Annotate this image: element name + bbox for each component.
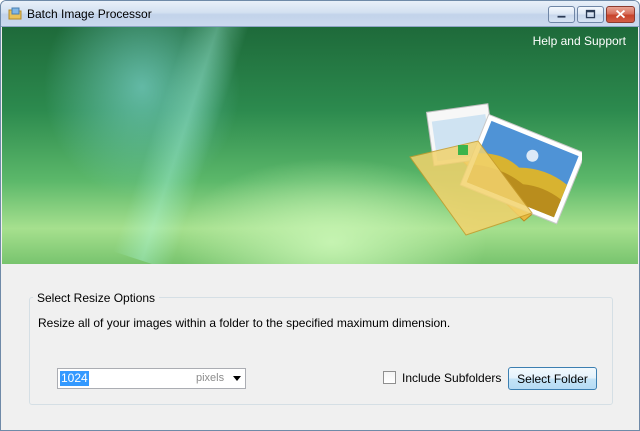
window-title: Batch Image Processor (27, 7, 152, 21)
app-icon (8, 7, 22, 20)
maximize-button[interactable] (577, 6, 604, 23)
folder-with-images-icon (409, 103, 582, 236)
title-bar[interactable]: Batch Image Processor (1, 1, 639, 27)
minimize-button[interactable] (548, 6, 575, 23)
chevron-down-icon[interactable] (233, 376, 241, 381)
size-combobox[interactable]: 1024 pixels (57, 368, 246, 389)
include-subfolders-label[interactable]: Include Subfolders (402, 371, 501, 385)
close-icon (615, 9, 626, 19)
minimize-icon (557, 15, 566, 18)
maximize-icon (585, 9, 596, 19)
app-window: Batch Image Processor Help and Support S… (0, 0, 640, 431)
help-and-support-link[interactable]: Help and Support (533, 34, 626, 48)
resize-options-label: Select Resize Options (33, 291, 160, 305)
include-subfolders-checkbox[interactable] (383, 371, 396, 384)
size-unit-label: pixels (196, 372, 225, 384)
close-button[interactable] (606, 6, 635, 23)
resize-description: Resize all of your images within a folde… (38, 316, 451, 330)
header-banner: Help and Support (2, 27, 638, 264)
light-streak (113, 27, 251, 264)
select-folder-button[interactable]: Select Folder (508, 367, 597, 390)
size-value[interactable]: 1024 (60, 371, 89, 386)
